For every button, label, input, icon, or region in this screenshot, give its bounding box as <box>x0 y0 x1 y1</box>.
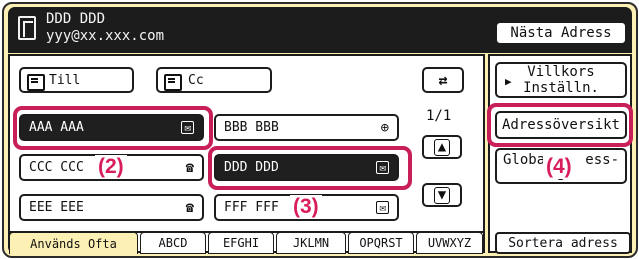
address-name: BBB BBB <box>224 120 279 135</box>
globe-icon: ⊕ <box>380 119 389 136</box>
address-name: FFF FFF <box>224 200 279 215</box>
tab-uvwxyz[interactable]: UVWXYZ <box>416 232 483 254</box>
tab-frequently-used[interactable]: Används Ofta <box>9 232 138 254</box>
phone-icon: ☎ <box>185 199 194 216</box>
page-down-button[interactable]: ▼ <box>422 183 462 207</box>
address-name: CCC CCC <box>29 160 84 175</box>
arrow-up-icon: ▲ <box>433 138 451 156</box>
cc-button[interactable]: Cc <box>156 67 272 93</box>
to-icon <box>27 74 45 91</box>
swap-arrow-icon: ⇄ <box>438 71 448 89</box>
tab-abcd[interactable]: ABCD <box>140 232 206 254</box>
address-book-icon <box>18 16 36 40</box>
address-name: EEE EEE <box>29 200 84 215</box>
next-address-button[interactable]: Nästa Adress <box>495 21 627 45</box>
address-entry-eee[interactable]: EEE EEE ☎ <box>19 194 204 221</box>
arrow-down-icon: ▼ <box>433 186 451 204</box>
address-entry-bbb[interactable]: BBB BBB ⊕ <box>214 114 399 141</box>
callout-highlight-3 <box>208 146 412 190</box>
callout-highlight-2 <box>13 106 213 150</box>
page-up-button[interactable]: ▲ <box>422 135 462 159</box>
callout-label-2: (2) <box>95 155 127 179</box>
email-icon: ✉ <box>376 201 389 214</box>
cc-icon <box>164 74 182 91</box>
phone-icon: ☎ <box>185 159 194 176</box>
to-button[interactable]: Till <box>19 67 134 93</box>
header-email: yyy@xx.xxx.com <box>46 28 165 44</box>
global-label-1b: ess- <box>585 152 619 168</box>
callout-highlight-4 <box>487 103 633 147</box>
tab-efghi[interactable]: EFGHI <box>208 232 274 254</box>
tab-opqrst[interactable]: OPQRST <box>348 232 414 254</box>
conditions-settings-button[interactable]: ▶ Villkors Inställn. <box>495 62 627 98</box>
conditions-label-2: Inställn. <box>523 80 599 96</box>
cc-label: Cc <box>188 72 204 88</box>
address-switch-button[interactable]: ⇄ <box>422 67 464 93</box>
callout-label-4: (4) <box>543 155 575 179</box>
header-name: DDD DDD <box>46 11 106 27</box>
page-indicator: 1/1 <box>426 108 452 124</box>
conditions-label-1: Villkors <box>527 64 595 80</box>
tab-jklmn[interactable]: JKLMN <box>276 232 346 254</box>
sort-address-button[interactable]: Sortera adress <box>495 232 631 254</box>
play-icon: ▶ <box>505 75 512 88</box>
callout-label-3: (3) <box>290 195 322 219</box>
global-label-1: Globa <box>503 152 546 168</box>
to-label: Till <box>49 72 81 88</box>
